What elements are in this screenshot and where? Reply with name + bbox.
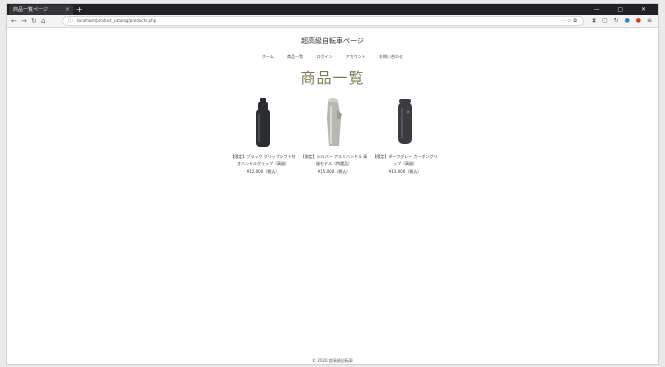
extension-blue-icon[interactable]: ● bbox=[625, 17, 630, 24]
url-text[interactable]: localhost/product_catalog/products.php bbox=[77, 17, 156, 25]
product-card[interactable]: 【限定】シルバー アルミハンドル 高級モデル（特選品） ¥15,000（税込） bbox=[300, 96, 368, 175]
product-name[interactable]: 【限定】ブラック グリップシフト付きハンドルグリップ（高級） bbox=[229, 153, 297, 167]
footer-copyright: © 2020 超高級自転車 bbox=[312, 358, 353, 363]
product-card[interactable]: 【限定】ダークグレー カーボングリップ（高級） ¥13,000（税込） bbox=[371, 96, 439, 175]
menu-item-home[interactable]: ホーム bbox=[262, 54, 274, 59]
home-icon[interactable]: ⌂ bbox=[41, 16, 45, 26]
window-controls[interactable]: — ▢ ✕ bbox=[593, 4, 654, 15]
product-image[interactable] bbox=[229, 96, 297, 151]
menu-item-account[interactable]: アカウント bbox=[346, 54, 366, 59]
product-name[interactable]: 【限定】シルバー アルミハンドル 高級モデル（特選品） bbox=[300, 153, 368, 167]
new-tab-button[interactable]: + bbox=[76, 4, 83, 15]
site-title[interactable]: 超高級自転車ページ bbox=[7, 36, 658, 46]
forward-icon[interactable]: → bbox=[21, 16, 27, 26]
product-price: ¥15,000（税込） bbox=[317, 169, 351, 174]
reload-icon[interactable]: ↻ bbox=[31, 16, 37, 26]
product-image[interactable] bbox=[300, 96, 368, 151]
library-icon[interactable]: ⧗ bbox=[592, 17, 596, 24]
sidebar-icon[interactable]: ▢ bbox=[602, 17, 608, 24]
product-grid: 【限定】ブラック グリップシフト付きハンドルグリップ（高級） ¥12,000（税… bbox=[229, 96, 439, 186]
product-image[interactable] bbox=[371, 96, 439, 151]
sync-icon[interactable]: ↻ bbox=[614, 17, 619, 24]
menu-item-products[interactable]: 商品一覧 bbox=[287, 54, 303, 59]
nav-menu: ホーム 商品一覧 ログイン アカウント お問い合わせ bbox=[7, 54, 658, 60]
tab-close-icon[interactable]: × bbox=[65, 5, 70, 15]
tab-title: 商品一覧ページ bbox=[13, 7, 48, 13]
navigation-bar: ← → ↻ ⌂ ⓘ localhost/product_catalog/prod… bbox=[7, 15, 658, 28]
back-icon[interactable]: ← bbox=[11, 16, 17, 26]
page-actions-icon[interactable]: ⋯ ☆ ⧉ bbox=[561, 17, 577, 25]
browser-window: 商品一覧ページ × + — ▢ ✕ ← → ↻ ⌂ ⓘ localhost/pr… bbox=[7, 4, 658, 364]
page-content: 超高級自転車ページ ホーム 商品一覧 ログイン アカウント お問い合わせ 商品一… bbox=[7, 28, 658, 364]
product-card[interactable]: 【限定】ブラック グリップシフト付きハンドルグリップ（高級） ¥12,000（税… bbox=[229, 96, 297, 175]
page-heading: 商品一覧 bbox=[300, 69, 365, 87]
tab-active[interactable]: 商品一覧ページ × bbox=[9, 5, 73, 15]
product-name[interactable]: 【限定】ダークグレー カーボングリップ（高級） bbox=[371, 153, 439, 167]
extension-icons: ⧗ ▢ ↻ ● ● ≡ bbox=[588, 16, 652, 26]
menu-item-contact[interactable]: お問い合わせ bbox=[379, 54, 403, 59]
menu-icon[interactable]: ≡ bbox=[647, 17, 652, 24]
product-price: ¥12,000（税込） bbox=[246, 169, 280, 174]
info-icon: ⓘ bbox=[68, 18, 74, 24]
address-bar[interactable]: ⓘ localhost/product_catalog/products.php… bbox=[63, 17, 583, 25]
tab-strip: 商品一覧ページ × + — ▢ ✕ bbox=[7, 4, 658, 15]
product-price: ¥13,000（税込） bbox=[388, 169, 422, 174]
menu-item-login[interactable]: ログイン bbox=[316, 54, 332, 59]
extension-red-icon[interactable]: ● bbox=[636, 17, 641, 24]
